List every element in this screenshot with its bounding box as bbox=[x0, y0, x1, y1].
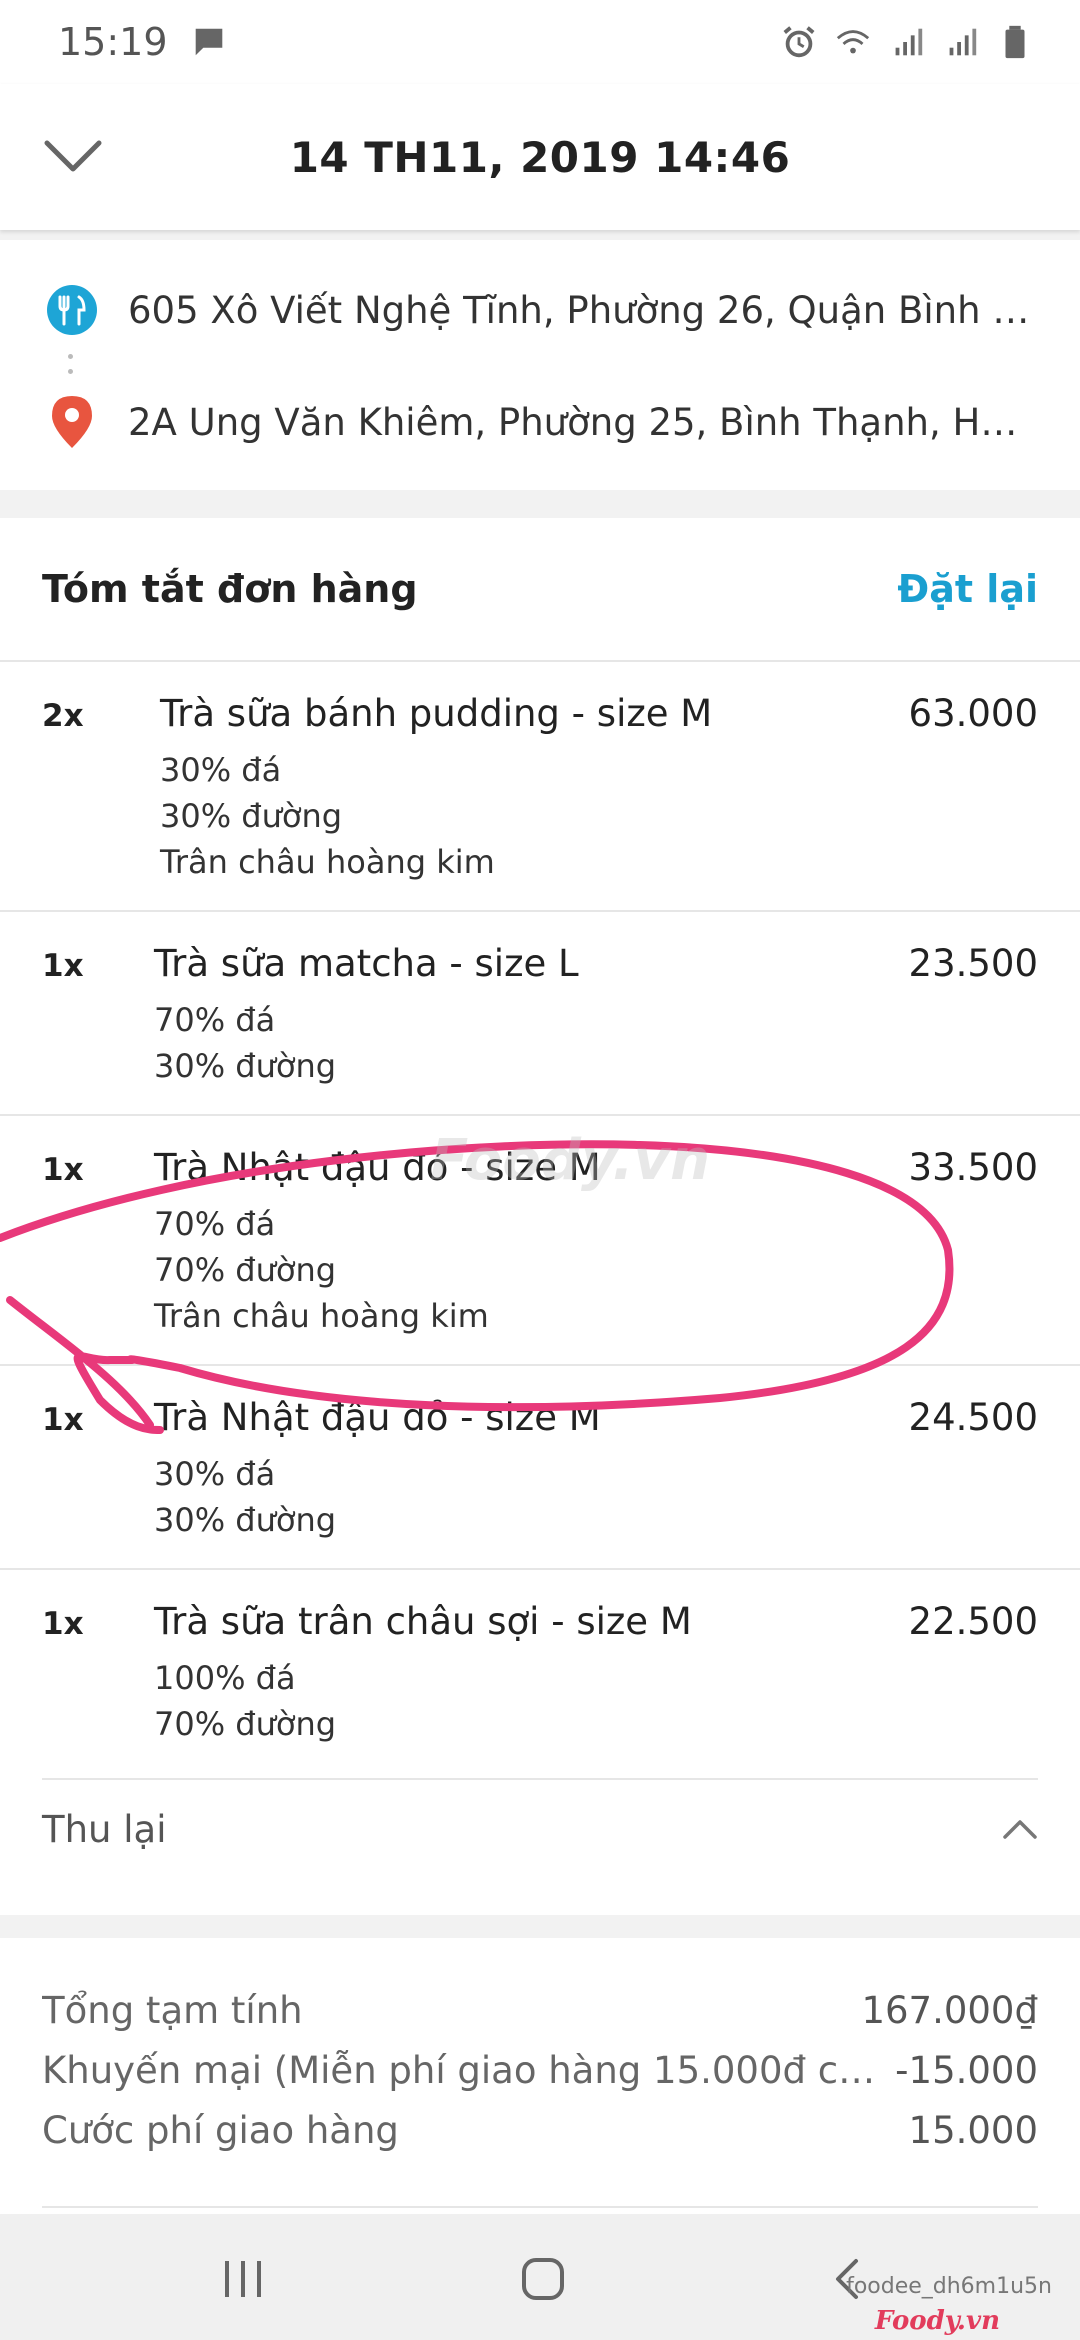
item-price: 23.500 bbox=[908, 942, 1038, 985]
home-button[interactable] bbox=[508, 2244, 578, 2314]
chevron-down-icon bbox=[44, 140, 102, 172]
item-option: 70% đường bbox=[154, 1251, 337, 1289]
collapse-label: Thu lại bbox=[42, 1807, 167, 1851]
item-quantity: 1x bbox=[42, 1152, 84, 1188]
item-option: Trân châu hoàng kim bbox=[154, 1297, 489, 1335]
order-summary-header: Tóm tắt đơn hàng Đặt lại bbox=[0, 518, 1080, 662]
back-button[interactable] bbox=[40, 124, 106, 190]
status-time: 15:19 bbox=[58, 20, 168, 64]
item-name: Trà sữa matcha - size L bbox=[154, 942, 579, 985]
item-quantity: 1x bbox=[42, 948, 84, 984]
promo-row: Khuyến mại (Miễn phí giao hàng 15.000đ c… bbox=[42, 2040, 1038, 2100]
app-header: 14 TH11, 2019 14:46 bbox=[0, 84, 1080, 230]
signal-icon-2 bbox=[949, 28, 977, 56]
dropoff-address-row: 2A Ung Văn Khiêm, Phường 25, Bình Thạnh,… bbox=[44, 394, 1044, 450]
item-option: 70% đá bbox=[154, 1205, 276, 1243]
item-price: 22.500 bbox=[908, 1600, 1038, 1643]
item-option: Trân châu hoàng kim bbox=[160, 843, 495, 881]
wifi-icon bbox=[836, 30, 870, 54]
address-section: 605 Xô Viết Nghệ Tĩnh, Phường 26, Quận B… bbox=[0, 240, 1080, 490]
shipping-value: 15.000 bbox=[908, 2108, 1038, 2152]
item-price: 33.500 bbox=[908, 1146, 1038, 1189]
order-item: 1x Trà Nhật đậu đỏ - size M 30% đá 30% đ… bbox=[0, 1366, 1080, 1570]
pickup-address: 605 Xô Viết Nghệ Tĩnh, Phường 26, Quận B… bbox=[128, 288, 1038, 332]
recent-apps-icon bbox=[225, 2261, 261, 2297]
home-icon bbox=[522, 2258, 564, 2300]
item-quantity: 2x bbox=[42, 698, 84, 734]
order-summary-title: Tóm tắt đơn hàng bbox=[42, 567, 418, 611]
recent-apps-button[interactable] bbox=[208, 2244, 278, 2314]
foody-logo: Foody.vn bbox=[874, 2306, 1000, 2336]
subtotal-label: Tổng tạm tính bbox=[42, 1988, 303, 2032]
pickup-address-row: 605 Xô Viết Nghệ Tĩnh, Phường 26, Quận B… bbox=[44, 282, 1044, 338]
item-quantity: 1x bbox=[42, 1606, 84, 1642]
chevron-up-icon bbox=[1003, 1820, 1037, 1839]
order-item: 2x Trà sữa bánh pudding - size M 30% đá … bbox=[0, 662, 1080, 912]
watermark-user: foodee_dh6m1u5n bbox=[846, 2274, 1052, 2299]
foody-watermark: Foody.vn bbox=[430, 1128, 710, 1193]
page-title: 14 TH11, 2019 14:46 bbox=[289, 132, 791, 182]
item-option: 30% đường bbox=[154, 1501, 337, 1539]
dropoff-address: 2A Ung Văn Khiêm, Phường 25, Bình Thạnh,… bbox=[128, 400, 1038, 444]
signal-icon bbox=[895, 28, 923, 56]
collapse-toggle[interactable]: Thu lại bbox=[42, 1778, 1038, 1878]
route-dots bbox=[68, 354, 74, 388]
shipping-row: Cước phí giao hàng 15.000 bbox=[42, 2100, 1038, 2160]
battery-icon bbox=[1005, 25, 1025, 59]
alarm-icon bbox=[783, 26, 815, 58]
promo-value: -15.000 bbox=[895, 2048, 1038, 2092]
system-nav-bar: foodee_dh6m1u5n Foody.vn bbox=[0, 2214, 1080, 2340]
subtotal-value: 167.000₫ bbox=[861, 1988, 1038, 2032]
order-item: 1x Trà sữa matcha - size L 70% đá 30% đư… bbox=[0, 912, 1080, 1116]
item-name: Trà sữa bánh pudding - size M bbox=[160, 692, 713, 735]
reorder-button[interactable]: Đặt lại bbox=[897, 567, 1038, 611]
item-option: 30% đá bbox=[160, 751, 282, 789]
item-quantity: 1x bbox=[42, 1402, 84, 1438]
order-summary: Tóm tắt đơn hàng Đặt lại 2x Trà sữa bánh… bbox=[0, 518, 1080, 1915]
promo-label: Khuyến mại (Miễn phí giao hàng 15.000đ c… bbox=[42, 2048, 882, 2092]
location-pin-icon bbox=[44, 394, 100, 450]
price-totals: Tổng tạm tính 167.000₫ Khuyến mại (Miễn … bbox=[0, 1938, 1080, 2218]
item-name: Trà Nhật đậu đỏ - size M bbox=[154, 1396, 601, 1439]
item-option: 70% đá bbox=[154, 1001, 276, 1039]
item-option: 30% đá bbox=[154, 1455, 276, 1493]
item-option: 70% đường bbox=[154, 1705, 337, 1743]
divider bbox=[42, 2206, 1038, 2208]
shipping-label: Cước phí giao hàng bbox=[42, 2108, 399, 2152]
order-item: 1x Trà sữa trân châu sợi - size M 100% đ… bbox=[0, 1570, 1080, 1776]
message-icon bbox=[195, 28, 222, 56]
item-option: 100% đá bbox=[154, 1659, 296, 1697]
status-bar: 15:19 bbox=[0, 0, 1080, 84]
item-option: 30% đường bbox=[160, 797, 343, 835]
item-price: 63.000 bbox=[908, 692, 1038, 735]
item-option: 30% đường bbox=[154, 1047, 337, 1085]
item-name: Trà sữa trân châu sợi - size M bbox=[154, 1600, 692, 1643]
item-price: 24.500 bbox=[908, 1396, 1038, 1439]
order-detail-screen: 15:19 14 TH11, 2019 14:46 605 Xô Viết Ng… bbox=[0, 0, 1080, 2340]
subtotal-row: Tổng tạm tính 167.000₫ bbox=[42, 1980, 1038, 2040]
restaurant-icon bbox=[44, 282, 100, 338]
